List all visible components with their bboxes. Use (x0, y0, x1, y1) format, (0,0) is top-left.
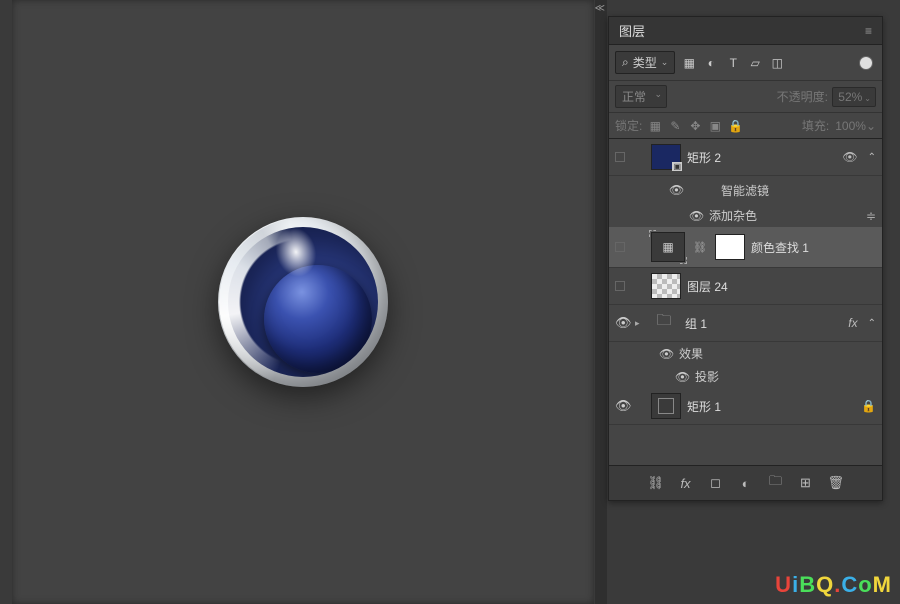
layer-row-colorlookup[interactable]: 👁 ▦ ⛓ 颜色查找 1 (609, 227, 882, 268)
filter-pixel-icon[interactable]: ▦ (681, 55, 697, 71)
filter-name: 添加杂色 (709, 207, 757, 224)
visibility-toggle[interactable]: 👁 (631, 149, 645, 165)
layer-thumbnail[interactable]: ▣ (651, 144, 681, 170)
filter-blend-icon[interactable]: ≑ (866, 209, 876, 223)
visibility-toggle[interactable]: 👁 (631, 239, 645, 255)
panel-title[interactable]: 图层 (619, 21, 645, 40)
layer-name[interactable]: 图层 24 (687, 278, 876, 295)
fx-badge[interactable]: fx (848, 316, 857, 330)
disclosure-triangle[interactable]: ▸ (635, 318, 643, 329)
filter-adjustment-icon[interactable]: ◐ (703, 55, 719, 71)
effects-header[interactable]: 👁 效果 (609, 342, 882, 365)
chevron-down-icon: ⌄ (654, 89, 662, 100)
new-layer-icon[interactable]: ⊞ (798, 475, 814, 491)
smart-filters-header[interactable]: 👁 智能滤镜 (609, 176, 882, 204)
lock-all-icon[interactable]: 🔒 (728, 119, 742, 133)
panel-tab-bar: 图层 ≡ (609, 17, 882, 45)
lock-label: 锁定: (615, 117, 642, 134)
add-mask-icon[interactable]: ◻ (708, 475, 724, 491)
smart-filters-label: 智能滤镜 (721, 182, 769, 199)
mask-thumbnail[interactable] (715, 234, 745, 260)
blend-row: 正常 ⌄ 不透明度: 52%⌄ (609, 81, 882, 113)
filter-item-noise[interactable]: 👁 添加杂色 ≑ (609, 204, 882, 227)
effect-dropshadow[interactable]: 👁 投影 (609, 365, 882, 388)
layer-select-checkbox[interactable] (615, 281, 625, 291)
folder-icon[interactable]: 🗀 (649, 310, 679, 336)
fill-value: 100% (835, 119, 866, 133)
visibility-icon[interactable]: 👁 (842, 150, 857, 164)
layers-list: 👁 ▣ 矩形 2 👁 ⌃ 👁 智能滤镜 👁 添加杂色 ≑ 👁 ▦ ⛓ 颜色查找 … (609, 139, 882, 425)
layers-panel: 图层 ≡ ⌕ 类型 ⌄ ▦ ◐ T ▱ ◫ 正常 ⌄ 不透明度: 52%⌄ 锁定… (608, 16, 883, 501)
filter-kind-label: 类型 (633, 54, 657, 71)
layer-select-checkbox[interactable] (615, 152, 625, 162)
adjustment-layer-icon[interactable]: ◐ (738, 476, 754, 491)
canvas-area[interactable] (12, 0, 594, 604)
blend-mode-value: 正常 (622, 90, 646, 104)
layer-row-rect1[interactable]: 👁 矩形 1 🔒 (609, 388, 882, 425)
visibility-toggle[interactable]: 👁 (689, 209, 703, 223)
layer-name[interactable]: 矩形 2 (687, 149, 832, 166)
layer-thumbnail[interactable] (651, 393, 681, 419)
layer-name[interactable]: 组 1 (685, 315, 838, 332)
document-content-c4d-logo (218, 217, 388, 387)
opacity-label: 不透明度: (777, 88, 828, 105)
lock-icon[interactable]: 🔒 (861, 399, 876, 413)
layer-select-checkbox[interactable] (615, 242, 625, 252)
blend-mode-dropdown[interactable]: 正常 ⌄ (615, 85, 667, 108)
fill-label: 填充: (802, 117, 829, 134)
collapse-icon[interactable]: ⌃ (868, 318, 876, 329)
layer-name[interactable]: 颜色查找 1 (751, 239, 876, 256)
layers-panel-footer: ⛓ fx ◻ ◐ 🗀 ⊞ 🗑 (609, 465, 882, 500)
collapse-icon[interactable]: ≪ (595, 3, 605, 14)
layer-style-icon[interactable]: fx (678, 476, 694, 491)
filter-type-icon[interactable]: T (725, 55, 741, 71)
chevron-down-icon: ⌄ (661, 57, 669, 68)
watermark: UiBQ.CoM (775, 572, 892, 598)
layer-thumbnail[interactable] (651, 273, 681, 299)
layer-name[interactable]: 矩形 1 (687, 398, 851, 415)
lock-position-icon[interactable]: ✥ (688, 119, 702, 133)
visibility-toggle[interactable]: 👁 (669, 183, 683, 197)
layer-filter-row: ⌕ 类型 ⌄ ▦ ◐ T ▱ ◫ (609, 45, 882, 81)
layer-row-rect2[interactable]: 👁 ▣ 矩形 2 👁 ⌃ (609, 139, 882, 176)
new-group-icon[interactable]: 🗀 (768, 472, 784, 494)
opacity-field[interactable]: 52%⌄ (832, 87, 876, 107)
visibility-toggle[interactable]: 👁 (659, 347, 673, 361)
lock-row: 锁定: ▦ ✎ ✥ ▣ 🔒 填充: 100%⌄ (609, 113, 882, 139)
collapse-icon[interactable]: ⌃ (868, 152, 876, 163)
filter-toggle[interactable] (860, 57, 872, 69)
opacity-value: 52% (838, 90, 862, 104)
lock-artboard-icon[interactable]: ▣ (708, 119, 722, 133)
link-icon[interactable]: ⛓ (693, 241, 707, 254)
filter-shape-icon[interactable]: ▱ (747, 55, 763, 71)
link-layers-icon[interactable]: ⛓ (648, 475, 664, 491)
delete-layer-icon[interactable]: 🗑 (828, 475, 844, 491)
visibility-toggle[interactable]: 👁 (615, 315, 629, 331)
fill-field[interactable]: 100%⌄ (835, 119, 876, 133)
visibility-toggle[interactable]: 👁 (615, 398, 629, 414)
panel-menu-icon[interactable]: ≡ (865, 24, 872, 38)
effect-name: 投影 (695, 368, 719, 385)
layer-row-layer24[interactable]: 👁 图层 24 (609, 268, 882, 305)
adjustment-thumbnail[interactable]: ▦ (651, 232, 685, 262)
lock-brush-icon[interactable]: ✎ (668, 119, 682, 133)
filter-mask-thumb[interactable] (689, 179, 715, 201)
filter-smart-icon[interactable]: ◫ (769, 55, 785, 71)
panel-dock-rail: ≪ (595, 0, 607, 604)
visibility-toggle[interactable]: 👁 (631, 278, 645, 294)
search-icon: ⌕ (622, 55, 629, 70)
effects-label: 效果 (679, 345, 703, 362)
filter-kind-dropdown[interactable]: ⌕ 类型 ⌄ (615, 51, 675, 74)
layer-row-group1[interactable]: 👁 ▸ 🗀 组 1 fx ⌃ (609, 305, 882, 342)
visibility-toggle[interactable]: 👁 (675, 370, 689, 384)
lock-pixels-icon[interactable]: ▦ (648, 119, 662, 133)
